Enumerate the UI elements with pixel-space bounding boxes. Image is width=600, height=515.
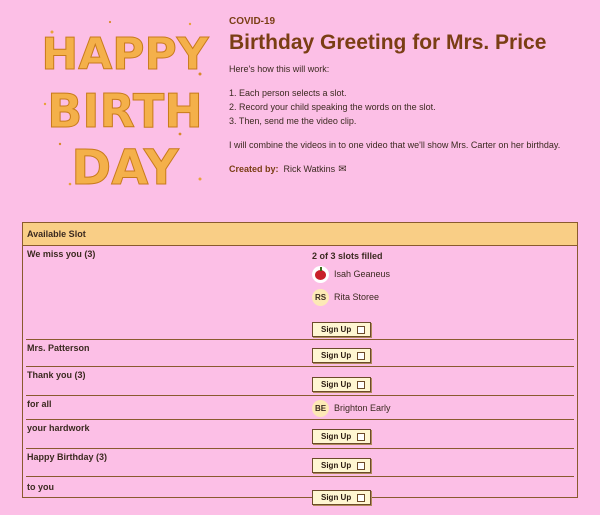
created-by: Created by: Rick Watkins ✉ [229,164,589,175]
sign-up-button[interactable]: Sign Up [312,348,372,363]
table-row: We miss you (3) 2 of 3 slots filled Isah… [26,246,574,340]
table-row: Mrs. Patterson Sign Up [26,340,574,367]
avatar: BE [312,399,329,417]
slot-label: to you [27,482,54,492]
created-by-label: Created by: [229,164,279,174]
slot-table: Available Slot We miss you (3) 2 of 3 sl… [22,222,578,505]
table-row: Thank you (3) Sign Up [26,367,574,396]
avatar: RS [312,288,329,306]
sign-up-button[interactable]: Sign Up [312,322,372,337]
table-row: to you Sign Up [26,477,574,507]
category-label: COVID-19 [229,16,276,27]
participant: BE Brighton Early [312,398,391,418]
sign-up-checkbox[interactable] [357,325,366,334]
signup-header: COVID-19 Birthday Greeting for Mrs. Pric… [229,14,589,175]
page-title: Birthday Greeting for Mrs. Price [229,31,547,54]
slot-label: We miss you (3) [27,249,96,259]
note-text: I will combine the videos in to one vide… [229,140,561,150]
participant-name: Isah Geaneus [334,269,391,279]
description: Here's how this will work: 1. Each perso… [229,62,589,152]
step-3: 3. Then, send me the video clip. [229,116,357,126]
happy-birthday-image: HAPPY BIRTH DAY [41,20,210,194]
sign-up-button[interactable]: Sign Up [312,377,372,392]
sign-up-button[interactable]: Sign Up [312,458,372,473]
creator-name: Rick Watkins [283,164,336,174]
intro-text: Here's how this will work: [229,64,330,74]
apple-icon [312,265,329,283]
participant-name: Rita Storee [334,292,380,302]
step-1: 1. Each person selects a slot. [229,88,347,98]
sign-up-button[interactable]: Sign Up [312,429,372,444]
step-2: 2. Record your child speaking the words … [229,102,436,112]
sign-up-checkbox[interactable] [357,461,366,470]
sign-up-checkbox[interactable] [357,380,366,389]
slot-label: your hardwork [27,423,90,433]
sign-up-button[interactable]: Sign Up [312,490,372,505]
sign-up-checkbox[interactable] [357,493,366,502]
slot-label: Mrs. Patterson [27,343,90,353]
table-row: for all BE Brighton Early [26,396,574,420]
participant: Isah Geaneus [312,264,390,284]
table-row: your hardwork Sign Up [26,420,574,449]
slots-filled-count: 2 of 3 slots filled [312,251,383,261]
participant-name: Brighton Early [334,403,391,413]
hero-line-1: HAPPY [41,29,209,80]
participant: RS Rita Storee [312,287,390,307]
hero-line-3: DAY [71,140,179,194]
sign-up-checkbox[interactable] [357,351,366,360]
table-header: Available Slot [23,223,577,246]
slot-label: Happy Birthday (3) [27,452,108,462]
sign-up-checkbox[interactable] [357,432,366,441]
hero-line-2: BIRTH [47,84,202,138]
slot-label: for all [27,399,52,409]
mail-icon[interactable]: ✉ [338,164,346,175]
slot-label: Thank you (3) [27,370,86,380]
table-row: Happy Birthday (3) Sign Up [26,449,574,477]
